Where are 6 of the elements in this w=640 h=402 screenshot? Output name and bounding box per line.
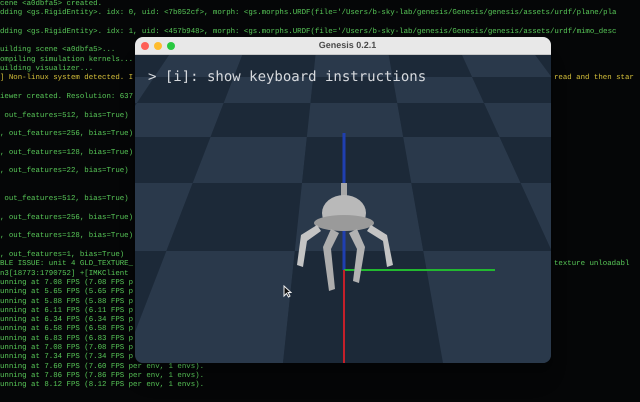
cursor-icon (283, 285, 292, 298)
minimize-button[interactable] (154, 42, 162, 50)
window-title: Genesis 0.2.1 (318, 38, 376, 52)
overlay-text: > [i]: show keyboard instructions (148, 69, 426, 85)
close-button[interactable] (141, 42, 149, 50)
maximize-button[interactable] (167, 42, 175, 50)
